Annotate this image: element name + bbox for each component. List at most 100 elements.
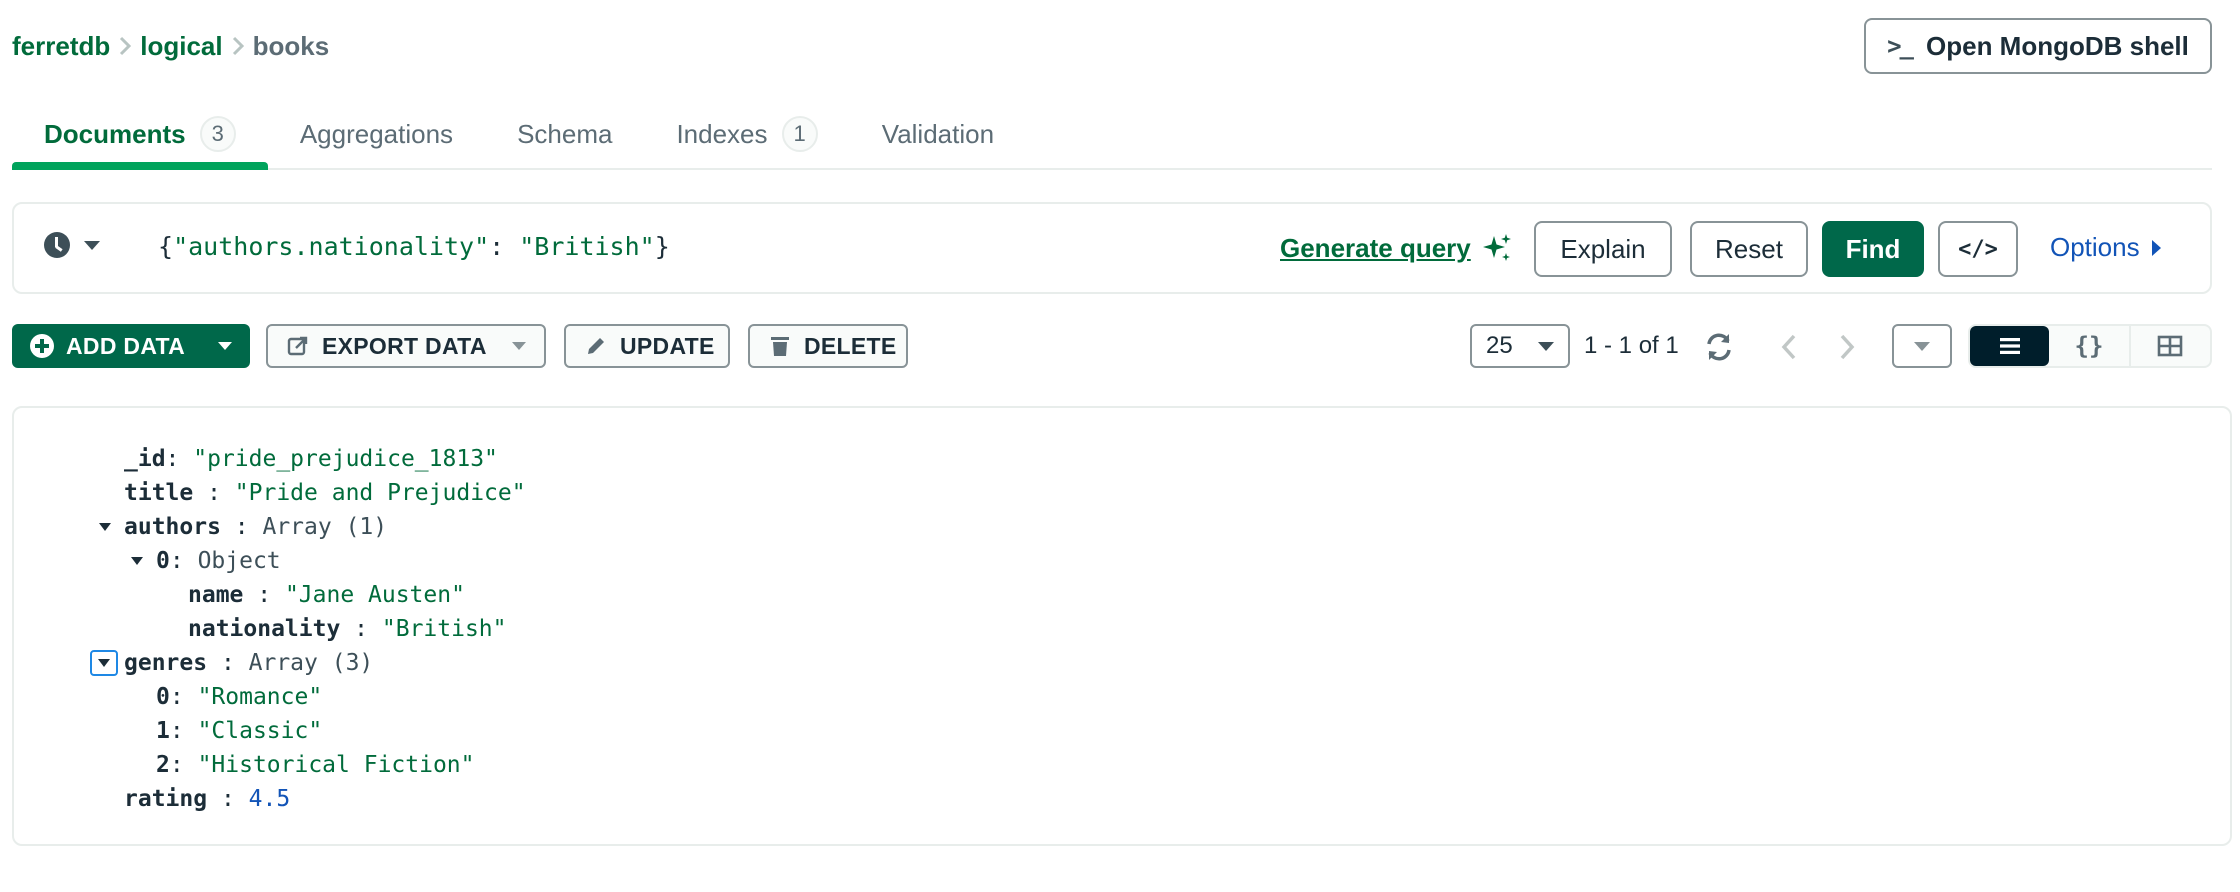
field-separator: : <box>207 650 249 676</box>
tab-schema[interactable]: Schema <box>485 100 644 168</box>
export-to-language-button[interactable]: </> <box>1938 221 2018 277</box>
field-genre-1[interactable]: 1: "Classic" <box>156 714 322 748</box>
filter-input[interactable]: {"authors.nationality": "British"} <box>158 232 670 261</box>
expand-toggle-authors[interactable] <box>94 516 116 538</box>
field-id[interactable]: _id: "pride_prejudice_1813" <box>124 442 498 476</box>
caret-down-icon <box>1538 341 1554 351</box>
field-separator: : <box>340 616 382 642</box>
generate-query-label: Generate query <box>1280 232 1471 263</box>
explain-button[interactable]: Explain <box>1534 221 1672 277</box>
export-data-button[interactable]: EXPORT DATA <box>266 324 546 368</box>
terminal-prompt-icon: >_ <box>1887 32 1914 60</box>
query-bar: {"authors.nationality": "British"} Gener… <box>12 202 2212 294</box>
options-toggle[interactable]: Options <box>2050 232 2161 263</box>
clock-icon <box>44 232 70 258</box>
document-card: _id: "pride_prejudice_1813" title : "Pri… <box>12 406 2232 846</box>
field-separator: : <box>193 480 235 506</box>
field-name[interactable]: name : "Jane Austen" <box>188 578 465 612</box>
field-key: authors <box>124 514 221 540</box>
caret-down-icon <box>512 342 526 350</box>
reset-button[interactable]: Reset <box>1690 221 1808 277</box>
find-button[interactable]: Find <box>1822 221 1924 277</box>
filter-key: "authors.nationality" <box>173 232 490 261</box>
tab-indexes[interactable]: Indexes 1 <box>644 100 849 168</box>
filter-close-brace: } <box>654 232 670 261</box>
tab-schema-label: Schema <box>517 118 613 149</box>
tab-aggregations[interactable]: Aggregations <box>268 100 485 168</box>
breadcrumb-collection: books <box>252 30 330 61</box>
field-value: "British" <box>381 616 507 642</box>
caret-right-icon <box>2151 239 2161 256</box>
open-shell-button[interactable]: >_ Open MongoDB shell <box>1864 18 2212 74</box>
caret-down-icon <box>98 659 110 667</box>
field-key: genres <box>124 650 208 676</box>
field-key: 1 <box>156 718 170 744</box>
field-genres[interactable]: genres : Array (3) <box>124 646 373 680</box>
field-separator: : <box>243 582 285 608</box>
filter-open-brace: { <box>158 232 174 261</box>
field-value: "Historical Fiction" <box>197 752 475 778</box>
chevron-right-icon <box>110 28 140 64</box>
field-genre-2[interactable]: 2: "Historical Fiction" <box>156 748 475 782</box>
field-author-0[interactable]: 0: Object <box>156 544 281 578</box>
field-value: "Jane Austen" <box>284 582 465 608</box>
export-data-label: EXPORT DATA <box>322 332 487 359</box>
caret-down-icon <box>84 240 100 250</box>
field-separator: : <box>169 718 198 744</box>
table-icon <box>2158 335 2183 357</box>
breadcrumb-database[interactable]: ferretdb <box>12 31 110 62</box>
breadcrumb-collection-group[interactable]: logical <box>140 31 222 62</box>
list-icon <box>1999 338 2020 354</box>
previous-page-icon[interactable] <box>1776 330 1802 364</box>
list-view-button[interactable] <box>1970 326 2050 366</box>
expand-toggle-author-0[interactable] <box>126 550 148 572</box>
pencil-icon <box>588 338 604 354</box>
field-value: "Pride and Prejudice" <box>234 480 526 506</box>
documents-count-badge: 3 <box>199 116 236 152</box>
update-button[interactable]: UPDATE <box>564 324 730 368</box>
field-value: "pride_prejudice_1813" <box>193 446 498 472</box>
update-label: UPDATE <box>620 332 715 359</box>
options-label: Options <box>2050 232 2140 262</box>
delete-button[interactable]: DELETE <box>748 324 908 368</box>
generate-query-link[interactable]: Generate query <box>1280 232 1513 264</box>
field-separator: : <box>169 548 198 574</box>
field-rating[interactable]: rating : 4.5 <box>124 782 290 816</box>
expand-toggle-genres[interactable] <box>90 650 118 676</box>
field-value: 4.5 <box>248 786 291 812</box>
page-size-select[interactable]: 25 <box>1470 324 1570 368</box>
field-key: _id <box>124 446 166 472</box>
indexes-count-badge: 1 <box>781 116 818 152</box>
delete-label: DELETE <box>804 332 897 359</box>
tab-documents-label: Documents <box>44 118 186 149</box>
field-separator: : <box>207 786 249 812</box>
expand-collapse-dropdown[interactable] <box>1892 324 1952 368</box>
table-view-button[interactable] <box>2131 326 2210 366</box>
field-separator: : <box>165 446 194 472</box>
field-authors[interactable]: authors : Array (1) <box>124 510 387 544</box>
field-type: Object <box>197 548 281 574</box>
field-title[interactable]: title : "Pride and Prejudice" <box>124 476 526 510</box>
field-nationality[interactable]: nationality : "British" <box>188 612 507 646</box>
next-page-icon[interactable] <box>1834 330 1860 364</box>
view-toggle: {} <box>1968 324 2212 368</box>
refresh-icon[interactable] <box>1702 330 1736 364</box>
trash-icon <box>771 337 789 356</box>
filter-value: "British" <box>519 232 655 261</box>
field-key: 0 <box>156 684 170 710</box>
breadcrumb: ferretdb logical books <box>12 28 329 64</box>
field-genre-0[interactable]: 0: "Romance" <box>156 680 322 714</box>
pagination-range: 1 - 1 of 1 <box>1584 332 1679 359</box>
filter-colon: : <box>489 232 520 261</box>
field-type: Array (3) <box>248 650 374 676</box>
tab-documents[interactable]: Documents 3 <box>12 100 268 170</box>
page-size-value: 25 <box>1486 332 1513 359</box>
tab-validation[interactable]: Validation <box>850 100 1026 168</box>
add-data-button[interactable]: ADD DATA <box>12 324 250 368</box>
chevron-right-icon <box>223 28 253 64</box>
json-view-button[interactable]: {} <box>2049 326 2131 366</box>
field-key: 0 <box>156 548 170 574</box>
query-history-button[interactable] <box>44 232 100 258</box>
plus-circle-icon <box>30 334 54 358</box>
field-key: 2 <box>156 752 170 778</box>
